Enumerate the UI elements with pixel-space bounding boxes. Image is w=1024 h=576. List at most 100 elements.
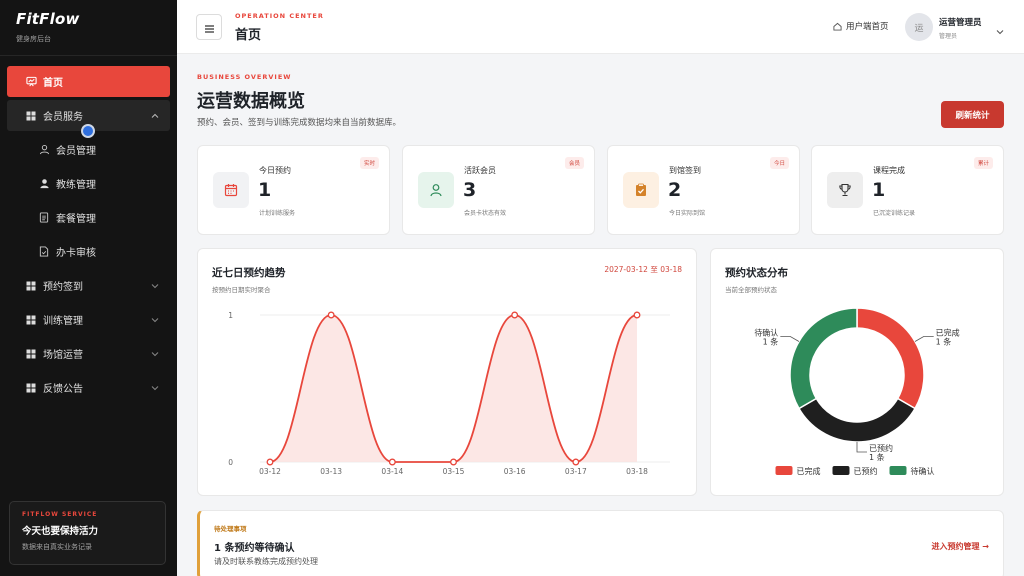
calendar-icon [213, 172, 249, 208]
sidebar-item-label: 反馈公告 [43, 384, 83, 395]
status-badge: 会员 [564, 157, 584, 169]
todo-subtitle: 请及时联系教练完成预约处理 [214, 557, 318, 566]
sidebar-submenu: 会员管理 教练管理 套餐管理 办卡审核 [7, 134, 170, 267]
stat-card-today-bookings[interactable]: 今日预约 1 计划训练服务 实时 [197, 145, 390, 235]
sidebar-item-label: 办卡审核 [56, 248, 96, 259]
legend-label[interactable]: 待确认 [911, 466, 935, 476]
trophy-icon [827, 172, 863, 208]
overview-eyebrow: BUSINESS OVERVIEW [197, 73, 292, 81]
user-role: 管理员 [939, 33, 958, 40]
promo-title: 今天也要保持活力 [22, 526, 99, 537]
document-check-icon [38, 246, 50, 258]
donut-slice[interactable] [797, 397, 917, 443]
donut-slice[interactable] [856, 307, 925, 410]
legend-label[interactable]: 已预约 [854, 466, 878, 476]
sidebar-item-home[interactable]: 首页 [7, 66, 170, 97]
sidebar-item-label: 套餐管理 [56, 214, 96, 225]
data-point[interactable] [572, 458, 580, 466]
chevron-down-icon [150, 315, 160, 325]
stat-hint: 已沉淀训练记录 [873, 210, 916, 217]
status-badge: 今日 [769, 157, 789, 169]
user-solid-icon [38, 178, 50, 190]
sidebar-item-training-manage[interactable]: 训练管理 [7, 304, 170, 335]
y-tick-label: 1 [228, 311, 233, 320]
header-eyebrow: OPERATION CENTER [235, 12, 324, 20]
stat-hint: 会员卡状态有效 [464, 210, 507, 217]
y-tick-label: 0 [228, 458, 233, 467]
slice-label: 待确认 [754, 328, 778, 338]
client-home-link[interactable]: 用户端首页 [833, 20, 889, 32]
slice-count-label: 1 条 [763, 337, 779, 347]
sidebar-item-label: 会员服务 [43, 112, 83, 123]
slice-count-label: 1 条 [936, 337, 952, 347]
donut-slice[interactable] [789, 307, 858, 410]
mouse-cursor-indicator [81, 124, 95, 138]
promo-card: FITFLOW SERVICE 今天也要保持活力 数据来自真实业务记录 [9, 501, 166, 565]
legend-label[interactable]: 已完成 [797, 466, 821, 476]
refresh-stats-button[interactable]: 刷新统计 [941, 101, 1004, 128]
data-point[interactable] [450, 458, 457, 466]
page-title: 首页 [235, 28, 262, 43]
data-point[interactable] [511, 311, 519, 319]
legend-swatch[interactable] [775, 466, 793, 475]
sidebar-item-venue-ops[interactable]: 场馆运营 [7, 338, 170, 369]
user-name[interactable]: 运营管理员 [939, 16, 982, 28]
client-home-label: 用户端首页 [846, 22, 889, 32]
stat-value: 3 [463, 179, 477, 201]
stat-hint: 今日实际到馆 [669, 210, 706, 217]
chevron-up-icon [150, 111, 160, 121]
grid-icon [25, 348, 37, 360]
stat-card-course-complete[interactable]: 课程完成 1 已沉淀训练记录 累计 [811, 145, 1004, 235]
clipboard-check-icon [623, 172, 659, 208]
booking-trend-chart: 03-12 03-13 03-14 03-15 03-16 03-17 03-18 0 1 [228, 311, 670, 476]
status-badge: 实时 [359, 157, 379, 169]
sidebar-item-card-review[interactable]: 办卡审核 [38, 236, 170, 267]
stat-label: 到馆签到 [669, 166, 701, 175]
brand-subtitle: 健身房后台 [16, 35, 51, 43]
slice-label: 已完成 [936, 328, 960, 338]
stat-card-checkins[interactable]: 到馆签到 2 今日实际到馆 今日 [607, 145, 800, 235]
menu-toggle-button[interactable] [196, 14, 222, 40]
sidebar-item-label: 会员管理 [56, 146, 96, 157]
x-tick-label: 03-16 [504, 467, 526, 476]
data-point[interactable] [388, 458, 396, 466]
chevron-down-icon [150, 383, 160, 393]
grid-icon [25, 280, 37, 292]
slice-count-label: 1 条 [869, 452, 885, 462]
legend-swatch[interactable] [889, 466, 907, 475]
x-tick-label: 03-18 [626, 467, 648, 476]
stat-value: 2 [668, 179, 682, 201]
sidebar: FitFlow 健身房后台 首页 会员服务 会员管理 教练管理 套餐管理 办卡审… [0, 0, 177, 576]
x-tick-label: 03-14 [381, 467, 403, 476]
sidebar-item-label: 训练管理 [43, 316, 83, 327]
sidebar-item-feedback[interactable]: 反馈公告 [7, 372, 170, 403]
stat-hint: 计划训练服务 [259, 210, 296, 217]
leader-line [780, 336, 800, 342]
slice-label: 已预约 [869, 443, 893, 453]
go-booking-manage-link[interactable]: 进入预约管理 → [932, 541, 990, 552]
sidebar-item-package-manage[interactable]: 套餐管理 [38, 202, 170, 233]
grid-icon [25, 110, 37, 122]
legend-swatch[interactable] [832, 466, 850, 475]
stat-card-active-members[interactable]: 活跃会员 3 会员卡状态有效 会员 [402, 145, 595, 235]
sidebar-item-label: 首页 [43, 78, 63, 89]
leader-line [856, 442, 867, 453]
chevron-down-icon[interactable] [995, 22, 1005, 35]
chevron-down-icon [150, 281, 160, 291]
data-point[interactable] [633, 311, 641, 319]
overview-title: 运营数据概览 [197, 91, 305, 112]
booking-trend-panel: 近七日预约趋势 按预约日期实时聚合 2027-03-12 至 03-18 03-… [197, 248, 697, 496]
promo-subtitle: 数据来自真实业务记录 [22, 543, 92, 551]
data-point[interactable] [327, 311, 335, 319]
grid-icon [25, 382, 37, 394]
sidebar-item-member-manage[interactable]: 会员管理 [38, 134, 170, 165]
sidebar-item-booking-checkin[interactable]: 预约签到 [7, 270, 170, 301]
x-tick-label: 03-12 [259, 467, 281, 476]
avatar[interactable]: 运 [905, 13, 933, 41]
sidebar-item-label: 教练管理 [56, 180, 96, 191]
data-point[interactable] [266, 458, 274, 466]
sidebar-item-coach-manage[interactable]: 教练管理 [38, 168, 170, 199]
pending-todo-card: 待处理事项 1 条预约等待确认 请及时联系教练完成预约处理 进入预约管理 → [197, 510, 1004, 576]
status-badge: 累计 [973, 157, 993, 169]
x-tick-label: 03-13 [320, 467, 342, 476]
